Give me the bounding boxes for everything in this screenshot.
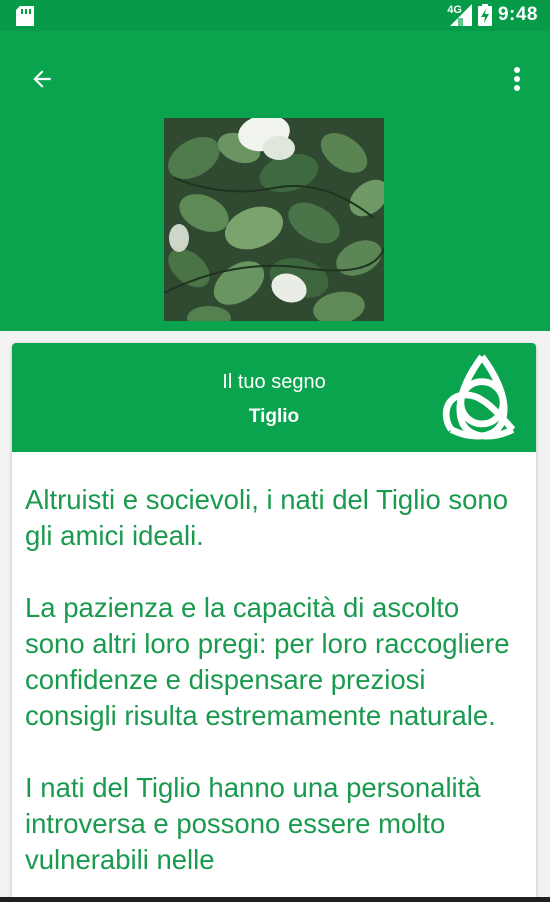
sign-description: Altruisti e socievoli, i nati del Tiglio… [12, 452, 536, 878]
sign-card: Il tuo segno Tiglio Altruisti e socievol… [12, 343, 536, 902]
status-bar: 4G 9:48 [0, 0, 550, 31]
bottom-edge [0, 897, 550, 902]
sd-card-icon [16, 6, 34, 26]
signal-icon [449, 4, 472, 26]
tree-leaves-image [164, 118, 384, 321]
description-paragraph-1: Altruisti e socievoli, i nati del Tiglio… [25, 484, 509, 551]
back-button[interactable] [22, 59, 62, 99]
triquetra-icon [442, 354, 516, 440]
more-vert-icon [514, 67, 520, 91]
battery-charging-icon [477, 4, 492, 26]
card-header: Il tuo segno Tiglio [12, 343, 536, 452]
clock: 9:48 [497, 4, 538, 25]
overflow-menu-button[interactable] [502, 59, 532, 99]
app-bar [0, 31, 550, 331]
description-paragraph-2: La pazienza e la capacità di ascolto son… [25, 592, 510, 731]
description-paragraph-3: I nati del Tiglio hanno una personalità … [25, 772, 481, 875]
arrow-left-icon [33, 70, 51, 88]
